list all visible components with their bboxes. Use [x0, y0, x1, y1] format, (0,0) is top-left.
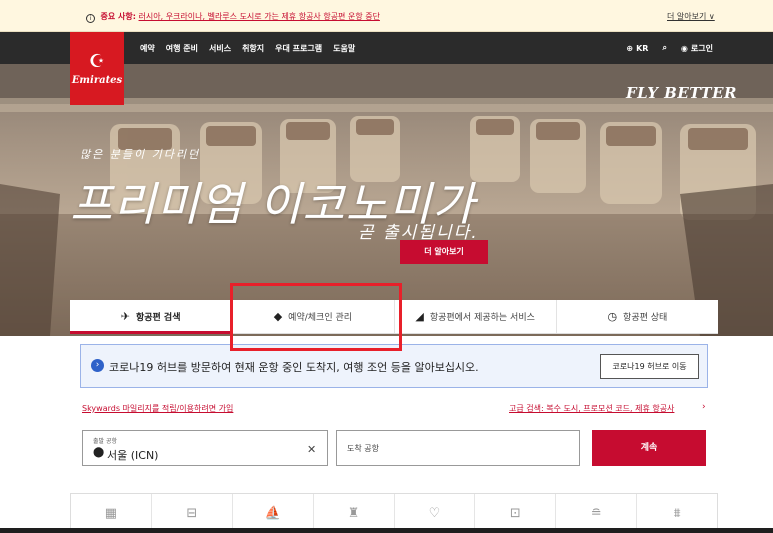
- nav-services[interactable]: 서비스: [209, 43, 231, 54]
- arrival-placeholder: 도착 공항: [347, 444, 379, 453]
- nav-destinations[interactable]: 취항지: [242, 43, 264, 54]
- fly-better-tagline: FLY BETTER: [626, 84, 737, 102]
- login-button[interactable]: ◉ 로그인: [681, 43, 713, 54]
- globe-icon: ⊕: [626, 43, 634, 53]
- nav-help[interactable]: 도움말: [333, 43, 355, 54]
- clear-icon[interactable]: ✕: [307, 443, 316, 456]
- nav-book[interactable]: 예약: [140, 43, 155, 54]
- departure-label: 출발 공항: [93, 438, 117, 445]
- tab-label: 항공편 상태: [623, 313, 668, 323]
- tab-flight-status[interactable]: ◷ 항공편 상태: [557, 300, 718, 333]
- emirates-logo[interactable]: ☪ Emirates: [70, 32, 124, 105]
- nav-links: 예약 여행 준비 서비스 취항지 우대 프로그램 도움말: [140, 32, 355, 64]
- skywards-link[interactable]: Skywards 마일리지를 적립/이용하려면 가입: [82, 403, 233, 414]
- nav-utilities: ⊕ KR ⌕ ◉ 로그인: [626, 32, 713, 64]
- info-icon: i: [86, 14, 95, 23]
- tab-search-flights[interactable]: ✈ 항공편 검색: [70, 300, 233, 334]
- important-notice-bar: i 중요 사항: 러시아, 우크라이나, 벨라루스 도시로 가는 제휴 항공사 …: [0, 0, 773, 32]
- hero-subtitle: 많은 분들이 기다리던: [80, 148, 201, 161]
- bottom-edge: [0, 528, 773, 533]
- clock-icon: ◷: [607, 310, 618, 323]
- highlight-box: [230, 283, 402, 351]
- covid-text: 코로나19 허브를 방문하여 현재 운항 중인 도착지, 여행 조언 등을 알아…: [109, 361, 479, 374]
- arrow-circle-icon: ›: [91, 359, 104, 372]
- plane-icon: ✈: [120, 310, 130, 323]
- login-label: 로그인: [690, 43, 713, 53]
- hero-learn-more-button[interactable]: 더 알아보기: [400, 240, 488, 264]
- emirates-emblem-icon: ☪: [88, 51, 106, 72]
- departure-value: 서울 (ICN): [107, 449, 159, 462]
- search-icon[interactable]: ⌕: [662, 43, 666, 53]
- tab-label: 항공편 검색: [135, 313, 181, 323]
- region-selector[interactable]: ⊕ KR: [626, 44, 648, 53]
- search-panel: › 코로나19 허브를 방문하여 현재 운항 중인 도착지, 여행 조언 등을 …: [0, 336, 773, 533]
- tab-onboard-services[interactable]: ◢ 항공편에서 제공하는 서비스: [395, 300, 557, 333]
- covid-hub-button[interactable]: 코로나19 허브로 이동: [600, 354, 699, 379]
- advanced-search-link[interactable]: 고급 검색: 복수 도시, 프로모션 코드, 제휴 항공사: [509, 403, 674, 414]
- notice-message: i 중요 사항: 러시아, 우크라이나, 벨라루스 도시로 가는 제휴 항공사 …: [86, 11, 380, 23]
- service-icon-row: ▦ ⊟ ⛵ ♜ ♡ ⊡ ≘ ⩩: [70, 493, 718, 533]
- notice-link[interactable]: 러시아, 우크라이나, 벨라루스 도시로 가는 제휴 항공사 항공편 운항 중단: [139, 12, 380, 21]
- notice-label: 중요 사항:: [100, 12, 136, 21]
- nav-loyalty[interactable]: 우대 프로그램: [275, 43, 322, 54]
- region-label: KR: [636, 43, 649, 53]
- user-icon: ◉: [680, 43, 688, 53]
- chevron-right-icon[interactable]: ›: [702, 402, 706, 412]
- nav-prepare[interactable]: 여행 준비: [166, 43, 198, 54]
- notice-more-link[interactable]: 더 알아보기 ∨: [667, 11, 715, 22]
- seat-icon: ◢: [415, 310, 424, 323]
- continue-button[interactable]: 계속: [592, 430, 706, 466]
- arrival-airport-field[interactable]: 도착 공항: [336, 430, 580, 466]
- departure-airport-field[interactable]: 출발 공항 ⬤ 서울 (ICN) ✕: [82, 430, 328, 466]
- location-pin-icon: ⬤: [93, 447, 105, 458]
- tab-label: 항공편에서 제공하는 서비스: [429, 313, 535, 323]
- logo-text: Emirates: [71, 75, 123, 86]
